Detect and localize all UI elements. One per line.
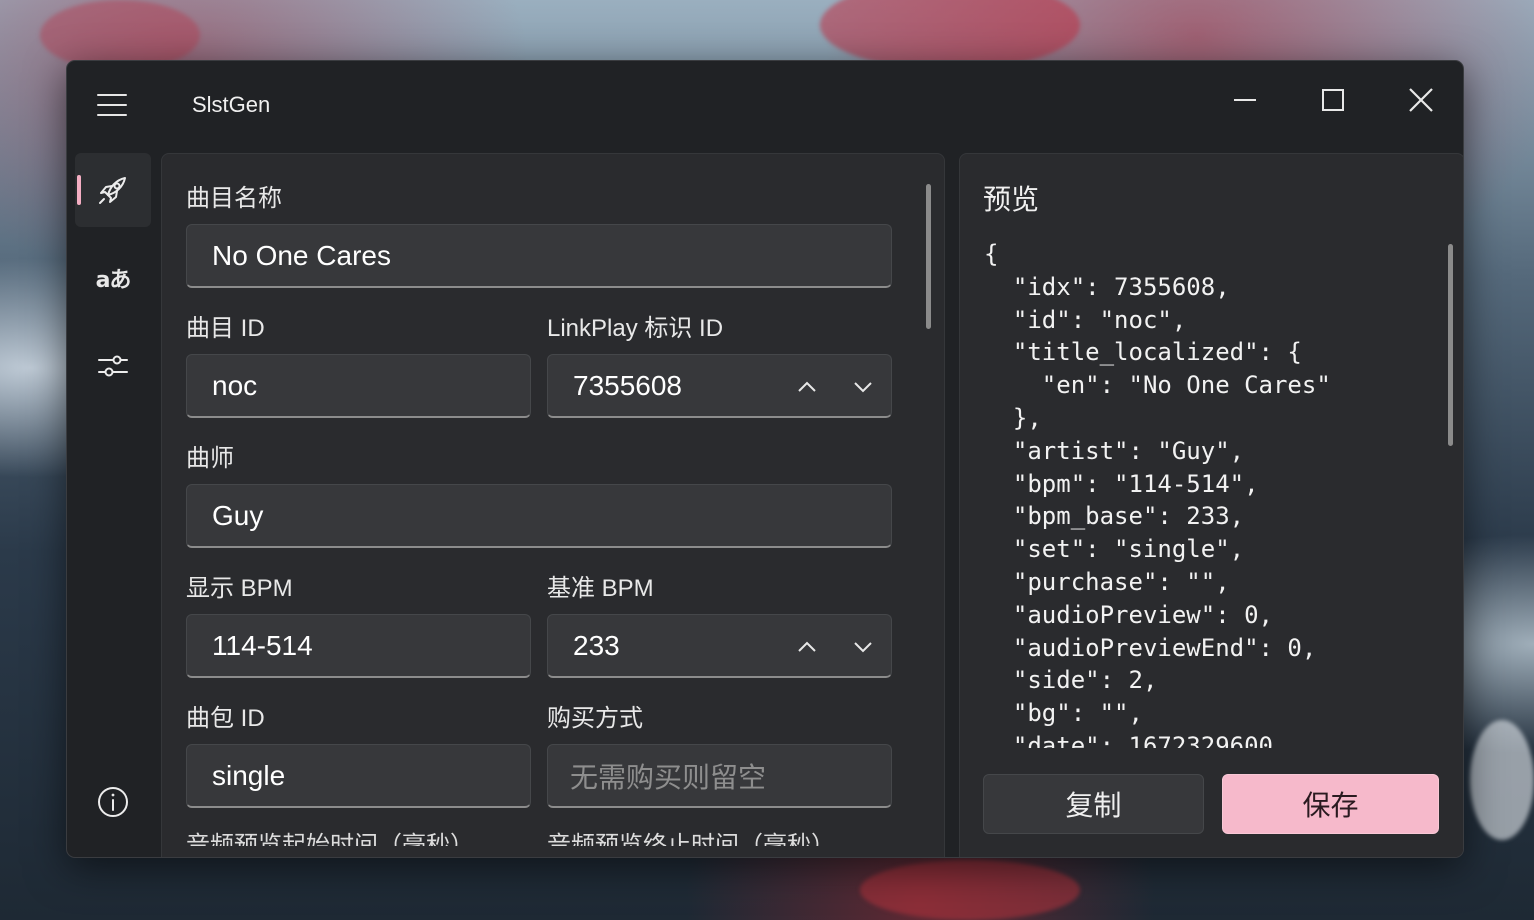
audio-preview-start-label: 音频预览起始时间（毫秒） (186, 832, 474, 846)
code-line: "id": "noc", (984, 305, 1187, 334)
code-line: "en": "No One Cares" (984, 371, 1331, 400)
maximize-button[interactable] (1303, 71, 1363, 129)
decrement-button[interactable] (845, 369, 881, 405)
code-line: "title_localized": { (984, 338, 1302, 367)
code-line: }, (984, 403, 1042, 432)
save-button[interactable]: 保存 (1222, 774, 1439, 834)
nav-item-localization[interactable]: aあ (75, 241, 151, 315)
chevron-down-icon (854, 382, 872, 393)
json-preview[interactable]: { "idx": 7355608, "id": "noc", "title_lo… (984, 238, 1414, 748)
display-bpm-input[interactable]: 114-514 (186, 614, 531, 678)
rocket-icon (99, 177, 126, 204)
code-line: "purchase": "", (984, 567, 1230, 596)
translate-icon: aあ (95, 268, 132, 293)
maximize-icon (1322, 89, 1344, 111)
pack-id-label: 曲包 ID (186, 705, 265, 732)
code-line: "artist": "Guy", (984, 436, 1245, 465)
code-line: "audioPreviewEnd": 0, (984, 633, 1317, 662)
song-form-panel: 曲目名称 No One Cares 曲目 ID noc LinkPlay 标识 … (161, 153, 945, 857)
wallpaper-blossom (860, 860, 1080, 920)
app-title: SlstGen (192, 92, 271, 117)
code-line: "bpm_base": 233, (984, 502, 1245, 531)
code-line: "side": 2, (984, 666, 1158, 695)
artist-input[interactable]: Guy (186, 484, 892, 548)
nav-rail: aあ (75, 153, 151, 853)
song-name-input[interactable]: No One Cares (186, 224, 892, 288)
nav-item-song[interactable] (75, 153, 151, 227)
song-id-input[interactable]: noc (186, 354, 531, 418)
decrement-button[interactable] (845, 629, 881, 665)
base-bpm-label: 基准 BPM (547, 575, 654, 602)
base-bpm-spinner (789, 629, 881, 665)
nav-item-settings[interactable] (75, 329, 151, 403)
chevron-up-icon (798, 381, 816, 392)
base-bpm-value: 233 (573, 629, 620, 661)
linkplay-id-value: 7355608 (573, 369, 683, 401)
code-line: "idx": 7355608, (984, 272, 1230, 301)
code-line: "date": 1672329600 (984, 731, 1273, 748)
app-window: SlstGen aあ 曲目名称 No One Cares 曲目 ID noc L… (66, 60, 1464, 858)
nav-item-about[interactable] (75, 765, 151, 839)
close-icon (1409, 88, 1433, 112)
code-line: "set": "single", (984, 535, 1245, 564)
pack-id-input[interactable]: single (186, 744, 531, 808)
preview-panel: 预览 { "idx": 7355608, "id": "noc", "title… (959, 153, 1463, 857)
chevron-up-icon (798, 641, 816, 652)
code-line: "bpm": "114-514", (984, 469, 1259, 498)
artist-label: 曲师 (186, 445, 234, 472)
copy-button[interactable]: 复制 (983, 774, 1204, 834)
wallpaper-blossom (1470, 720, 1534, 840)
chevron-down-icon (854, 642, 872, 653)
purchase-label: 购买方式 (547, 705, 643, 732)
preview-title: 预览 (983, 184, 1040, 215)
title-bar: SlstGen (67, 61, 1463, 149)
code-line: { (984, 240, 999, 268)
close-button[interactable] (1391, 71, 1451, 129)
code-line: "audioPreview": 0, (984, 600, 1273, 629)
song-name-label: 曲目名称 (186, 185, 282, 212)
active-indicator (77, 175, 81, 205)
minimize-icon (1234, 99, 1256, 101)
audio-preview-end-label: 音频预览终止时间（毫秒） (547, 832, 835, 846)
info-icon (98, 787, 128, 817)
sliders-icon (98, 355, 128, 377)
hamburger-menu-icon[interactable] (93, 91, 133, 121)
increment-button[interactable] (789, 629, 825, 665)
song-id-label: 曲目 ID (186, 315, 265, 342)
preview-scrollbar[interactable] (1448, 244, 1453, 446)
display-bpm-label: 显示 BPM (186, 575, 293, 602)
linkplay-id-spinner (789, 369, 881, 405)
linkplay-id-label: LinkPlay 标识 ID (547, 315, 724, 342)
linkplay-id-input[interactable]: 7355608 (547, 354, 892, 418)
minimize-button[interactable] (1215, 71, 1275, 129)
base-bpm-input[interactable]: 233 (547, 614, 892, 678)
form-scrollbar[interactable] (926, 184, 931, 329)
code-line: "bg": "", (984, 699, 1143, 728)
purchase-input[interactable]: 无需购买则留空 (547, 744, 892, 808)
increment-button[interactable] (789, 369, 825, 405)
